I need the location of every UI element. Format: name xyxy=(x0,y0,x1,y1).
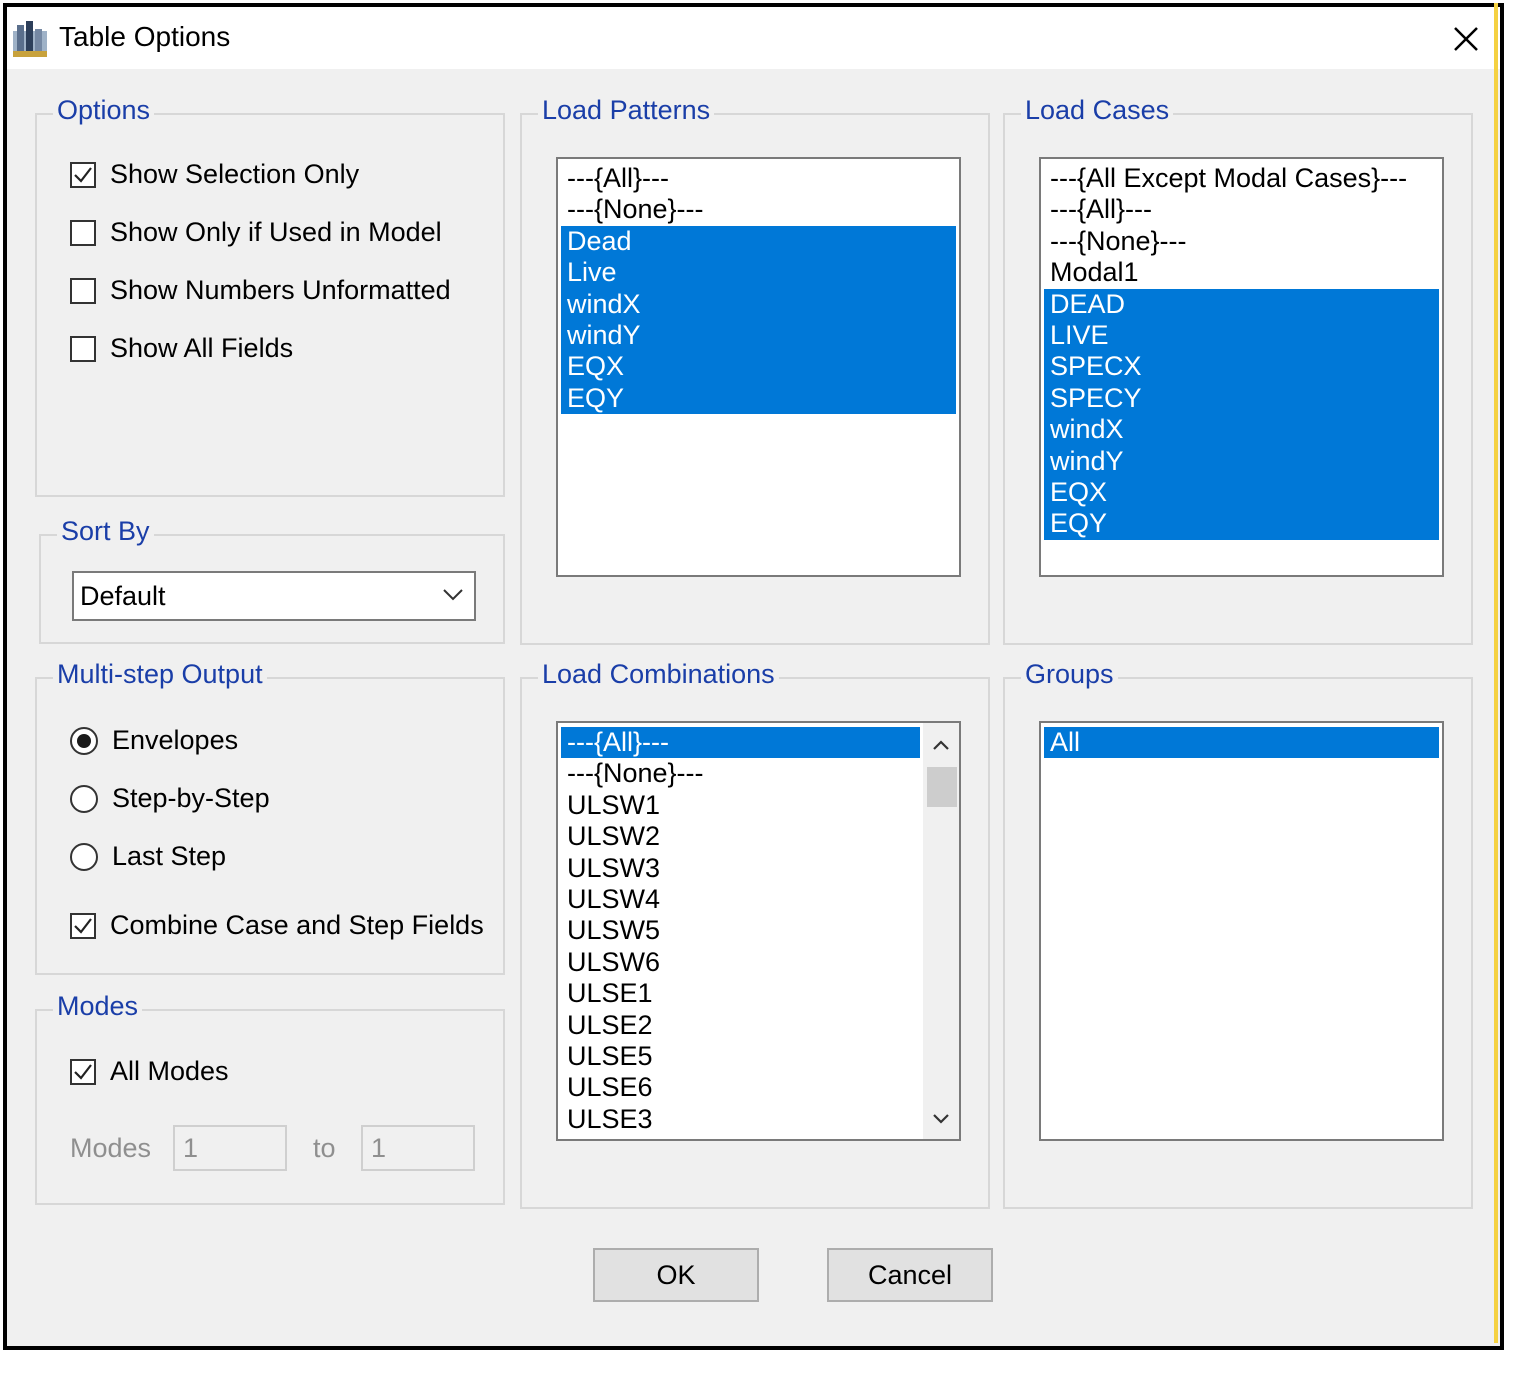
load-combinations-list[interactable]: ---{All}--- ---{None}--- ULSW1 ULSW2 ULSW3 UL… xyxy=(556,721,961,1141)
multi-step-radio-1[interactable]: Step-by-Step xyxy=(70,783,270,814)
app-structure-icon xyxy=(13,21,47,57)
radio-button[interactable] xyxy=(70,842,98,871)
option-checkbox-3[interactable]: Show All Fields xyxy=(70,333,293,364)
option-label: Show Numbers Unformatted xyxy=(110,275,451,305)
load-pattern-item[interactable]: windX xyxy=(561,288,956,320)
radio-dot xyxy=(77,733,91,748)
load-case-item[interactable]: windX xyxy=(1044,414,1439,446)
modes-range-label: Modes xyxy=(70,1133,152,1163)
ok-button[interactable]: OK xyxy=(593,1248,759,1302)
load-combinations-scrollbar[interactable] xyxy=(923,723,959,1139)
option-label: Show Only if Used in Model xyxy=(110,217,442,247)
load-pattern-item[interactable]: Dead xyxy=(561,225,956,258)
load-pattern-item[interactable]: EQX xyxy=(561,351,956,383)
option-checkbox-box[interactable] xyxy=(70,161,96,188)
load-combination-item[interactable]: ULSW5 xyxy=(561,915,920,946)
option-checkbox-box[interactable] xyxy=(70,335,96,362)
load-combination-item[interactable]: ULSW6 xyxy=(561,947,920,978)
chevron-down-icon xyxy=(443,589,463,601)
cancel-button[interactable]: Cancel xyxy=(827,1248,993,1302)
load-case-item[interactable]: LIVE xyxy=(1044,319,1439,352)
load-combination-item[interactable]: ---{All}--- xyxy=(561,727,920,759)
load-case-item[interactable]: ---{None}--- xyxy=(1044,226,1439,257)
modes-group-label: Modes xyxy=(53,991,143,1022)
scroll-up-arrow-icon[interactable] xyxy=(932,739,950,751)
title-bar: Table Options xyxy=(7,7,1500,69)
all-modes-label: All Modes xyxy=(110,1056,229,1086)
checkmark-icon xyxy=(74,166,92,183)
option-checkbox-0[interactable]: Show Selection Only xyxy=(70,159,359,190)
sort-by-label: Sort By xyxy=(57,516,154,547)
load-case-item[interactable]: ---{All}--- xyxy=(1044,194,1439,225)
load-combination-item[interactable]: ULSW2 xyxy=(561,821,920,852)
option-checkbox-box[interactable] xyxy=(70,219,96,246)
radio-label: Step-by-Step xyxy=(112,783,270,813)
load-combination-item[interactable]: ULSW4 xyxy=(561,884,920,915)
group-item[interactable]: All xyxy=(1044,727,1439,759)
radio-button[interactable] xyxy=(70,784,98,813)
option-checkbox-box[interactable] xyxy=(70,277,96,304)
option-label: Show All Fields xyxy=(110,333,294,363)
load-case-item[interactable]: Modal1 xyxy=(1044,257,1439,288)
close-icon xyxy=(1454,27,1478,51)
load-combination-item[interactable]: ULSE1 xyxy=(561,978,920,1009)
load-patterns-list[interactable]: ---{All}--- ---{None}--- Dead Live windX wind… xyxy=(556,157,961,577)
modes-to-label: to xyxy=(313,1133,336,1163)
load-case-item[interactable]: DEAD xyxy=(1044,288,1439,320)
checkmark-icon xyxy=(74,917,92,934)
options-group-label: Options xyxy=(53,95,155,126)
option-checkbox-1[interactable]: Show Only if Used in Model xyxy=(70,217,442,248)
close-button[interactable] xyxy=(1442,15,1490,63)
load-combination-item[interactable]: ULSE3 xyxy=(561,1104,920,1135)
load-case-item[interactable]: SPECY xyxy=(1044,382,1439,415)
load-case-item[interactable]: EQX xyxy=(1044,476,1439,509)
multi-step-radio-2[interactable]: Last Step xyxy=(70,841,226,872)
load-cases-list[interactable]: ---{All Except Modal Cases}--- ---{All}--… xyxy=(1039,157,1444,577)
all-modes-checkbox-box[interactable] xyxy=(70,1058,96,1085)
checkmark-icon xyxy=(74,1063,92,1080)
all-modes-checkbox[interactable]: All Modes xyxy=(70,1056,229,1087)
load-combination-item[interactable]: ULSW3 xyxy=(561,853,920,884)
modes-group: Modes xyxy=(35,991,505,1205)
load-combination-item[interactable]: ULSW1 xyxy=(561,790,920,821)
window-edge-highlight xyxy=(1494,3,1498,1343)
load-case-item[interactable]: SPECX xyxy=(1044,351,1439,383)
load-case-item[interactable]: ---{All Except Modal Cases}--- xyxy=(1044,163,1439,194)
multi-step-radio-0[interactable]: Envelopes xyxy=(70,725,238,756)
load-pattern-item[interactable]: ---{All}--- xyxy=(561,163,956,194)
table-options-dialog: Table Options Options Show Selection Onl… xyxy=(3,3,1504,1350)
combine-case-step-checkbox[interactable]: Combine Case and Step Fields xyxy=(70,910,484,941)
load-combinations-label: Load Combinations xyxy=(538,659,779,690)
window-title: Table Options xyxy=(59,21,231,52)
scroll-down-arrow-icon[interactable] xyxy=(932,1113,950,1125)
load-combination-item[interactable]: ULSE6 xyxy=(561,1072,920,1103)
load-combination-item[interactable]: ULSE5 xyxy=(561,1041,920,1072)
radio-label: Last Step xyxy=(112,841,227,871)
radio-button[interactable] xyxy=(70,726,98,755)
load-pattern-item[interactable]: EQY xyxy=(561,382,956,415)
modes-from-input[interactable]: 1 xyxy=(173,1125,287,1171)
load-combination-item[interactable]: ULSE2 xyxy=(561,1010,920,1041)
load-case-item[interactable]: windY xyxy=(1044,445,1439,477)
multi-step-output-label: Multi-step Output xyxy=(53,659,267,690)
sort-by-select[interactable]: Default xyxy=(72,571,476,621)
load-case-item[interactable]: EQY xyxy=(1044,508,1439,540)
groups-list[interactable]: All xyxy=(1039,721,1444,1141)
radio-label: Envelopes xyxy=(112,725,239,755)
scrollbar-thumb[interactable] xyxy=(927,767,957,807)
option-label: Show Selection Only xyxy=(110,159,360,189)
load-pattern-item[interactable]: windY xyxy=(561,319,956,352)
option-checkbox-2[interactable]: Show Numbers Unformatted xyxy=(70,275,451,306)
load-cases-label: Load Cases xyxy=(1021,95,1174,126)
modes-to-input[interactable]: 1 xyxy=(361,1125,475,1171)
groups-label: Groups xyxy=(1021,659,1118,690)
load-combination-item[interactable]: ---{None}--- xyxy=(561,758,920,789)
load-patterns-label: Load Patterns xyxy=(538,95,715,126)
load-pattern-item[interactable]: Live xyxy=(561,257,956,289)
combine-label: Combine Case and Step Fields xyxy=(110,910,484,940)
combine-checkbox-box[interactable] xyxy=(70,912,96,939)
sort-by-value: Default xyxy=(80,580,166,611)
load-pattern-item[interactable]: ---{None}--- xyxy=(561,194,956,225)
